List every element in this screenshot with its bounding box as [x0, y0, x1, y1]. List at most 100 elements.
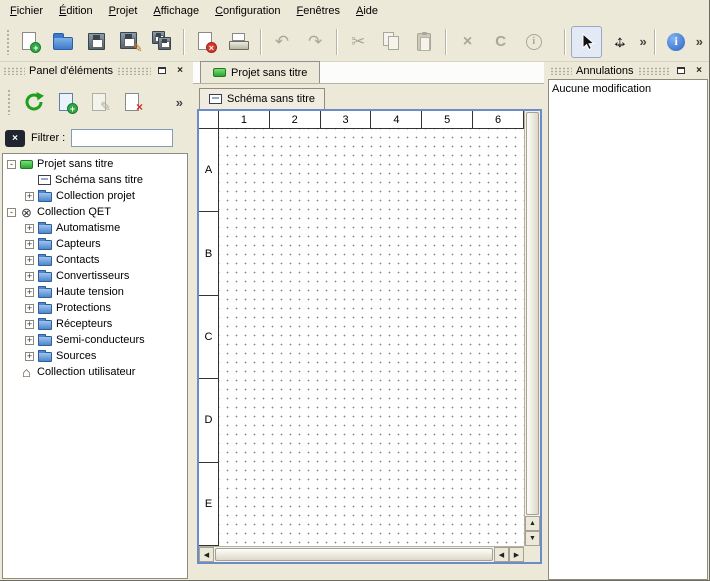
schema-icon — [38, 175, 51, 185]
tree-item-collection-qet[interactable]: - ⊗ Collection QET — [3, 204, 187, 220]
menu-affichage[interactable]: Affichage — [145, 2, 207, 20]
tree-item-semi-conducteurs[interactable]: + Semi-conducteurs — [3, 332, 187, 348]
mdi-area: Projet sans titre Schéma sans titre 1 2 … — [193, 62, 544, 581]
cursor-arrow-icon — [578, 33, 596, 51]
reload-collections-button[interactable] — [20, 88, 48, 116]
expander-icon[interactable]: + — [25, 320, 34, 329]
undo-dock-titlebar[interactable]: Annulations × — [547, 62, 709, 79]
delete-element-icon: × — [122, 92, 144, 113]
column-ruler: 1 2 3 4 5 6 — [219, 111, 524, 129]
elements-panel-titlebar[interactable]: Panel d'éléments × — [0, 62, 190, 79]
dock-float-button[interactable] — [155, 64, 169, 78]
horizontal-scrollbar[interactable]: ◀ ◀ ▶ — [199, 546, 524, 562]
scroll-right-button[interactable]: ▶ — [509, 547, 524, 562]
dock-close-button[interactable]: × — [173, 64, 187, 78]
dock-grip[interactable] — [550, 67, 572, 75]
column-header: 5 — [422, 111, 473, 128]
tree-item-collection-utilisateur[interactable]: ⌂ Collection utilisateur — [3, 364, 187, 380]
tree-item-projet-sans-titre[interactable]: - Projet sans titre — [3, 156, 187, 172]
copy-icon — [382, 32, 401, 51]
clear-filter-button[interactable]: × — [5, 130, 25, 147]
menu-fenetres[interactable]: Fenêtres — [289, 2, 348, 20]
tree-item-recepteurs[interactable]: + Récepteurs — [3, 316, 187, 332]
open-folder-icon — [53, 37, 73, 50]
new-document-button[interactable]: + — [15, 26, 46, 58]
undo-dock: Annulations × Aucune modification — [547, 62, 709, 581]
expander-icon[interactable]: + — [25, 336, 34, 345]
schema-canvas[interactable] — [219, 129, 524, 546]
scroll-left-button[interactable]: ◀ — [199, 547, 214, 562]
dock-grip[interactable] — [638, 67, 671, 75]
menu-projet[interactable]: Projet — [101, 2, 146, 20]
dock-float-button[interactable] — [674, 64, 688, 78]
tree-item-convertisseurs[interactable]: + Convertisseurs — [3, 268, 187, 284]
filter-input[interactable] — [71, 129, 173, 147]
expander-icon[interactable]: + — [25, 240, 34, 249]
hscroll-thumb[interactable] — [215, 548, 493, 561]
schema-tab-label: Schéma sans titre — [227, 93, 315, 105]
expander-icon[interactable]: + — [25, 192, 34, 201]
tree-item-label: Automatisme — [56, 222, 120, 234]
print-button[interactable] — [223, 26, 254, 58]
vscroll-thumb[interactable] — [526, 112, 539, 515]
elements-tree: - Projet sans titre Schéma sans titre + … — [2, 153, 188, 579]
expander-icon[interactable]: + — [25, 352, 34, 361]
scrollbar-corner — [524, 546, 540, 562]
tree-item-schema-sans-titre[interactable]: Schéma sans titre — [3, 172, 187, 188]
expander-icon[interactable]: + — [25, 304, 34, 313]
undo-list-item[interactable]: Aucune modification — [552, 82, 704, 97]
cut-icon: ✂ — [351, 33, 365, 50]
scroll-up-button[interactable]: ▲ — [525, 516, 540, 531]
scroll-left-secondary-button[interactable]: ◀ — [494, 547, 509, 562]
dock-grip[interactable] — [117, 67, 151, 75]
toolbar-overflow-right-button[interactable]: » — [693, 34, 706, 49]
expander-icon[interactable]: - — [7, 160, 16, 169]
menu-configuration[interactable]: Configuration — [207, 2, 288, 20]
open-button[interactable] — [48, 26, 79, 58]
tree-item-capteurs[interactable]: + Capteurs — [3, 236, 187, 252]
menu-fichier[interactable]: Fichier — [2, 2, 51, 20]
new-document-icon: + — [19, 31, 41, 52]
column-header: 4 — [371, 111, 422, 128]
expander-icon[interactable]: + — [25, 224, 34, 233]
expander-icon[interactable]: - — [7, 208, 16, 217]
tree-item-collection-projet[interactable]: + Collection projet — [3, 188, 187, 204]
tree-item-contacts[interactable]: + Contacts — [3, 252, 187, 268]
save-button[interactable] — [81, 26, 112, 58]
menu-edition[interactable]: Édition — [51, 2, 101, 20]
tab-projet-sans-titre[interactable]: Projet sans titre — [200, 61, 320, 83]
expander-icon[interactable]: + — [25, 288, 34, 297]
expander-icon[interactable]: + — [25, 272, 34, 281]
toolbar-overflow-button[interactable]: » — [636, 34, 649, 49]
tree-item-sources[interactable]: + Sources — [3, 348, 187, 364]
new-element-button[interactable]: + — [53, 88, 81, 116]
save-icon — [88, 33, 105, 50]
close-file-icon: × — [195, 31, 217, 52]
vertical-scrollbar[interactable]: ▲ ▼ — [524, 111, 540, 546]
expander-icon[interactable]: + — [25, 256, 34, 265]
menu-aide[interactable]: Aide — [348, 2, 386, 20]
select-tool-button[interactable] — [571, 26, 602, 58]
close-file-button[interactable]: × — [190, 26, 221, 58]
tree-item-automatisme[interactable]: + Automatisme — [3, 220, 187, 236]
move-tool-button[interactable]: ↔↕ — [604, 26, 635, 58]
scroll-down-button[interactable]: ▼ — [525, 531, 540, 546]
tree-item-protections[interactable]: + Protections — [3, 300, 187, 316]
tree-item-label: Convertisseurs — [56, 270, 129, 282]
panel-toolbar-overflow-button[interactable]: » — [173, 95, 186, 110]
diagram-view: 1 2 3 4 5 6 A B C D E — [197, 109, 542, 564]
main-toolbar: + ✎ × — [0, 22, 709, 62]
folder-icon — [38, 320, 52, 330]
toolbar-grip[interactable] — [7, 89, 12, 115]
tree-item-haute-tension[interactable]: + Haute tension — [3, 284, 187, 300]
dock-grip[interactable] — [3, 67, 25, 75]
save-as-button[interactable]: ✎ — [114, 26, 145, 58]
dock-close-button[interactable]: × — [692, 64, 706, 78]
reload-icon — [23, 91, 45, 113]
about-button[interactable]: i — [661, 26, 692, 58]
delete-element-button[interactable]: × — [119, 88, 147, 116]
save-all-button[interactable] — [147, 26, 178, 58]
tab-schema-sans-titre[interactable]: Schéma sans titre — [199, 88, 325, 109]
toolbar-grip[interactable] — [6, 29, 11, 55]
toolbar-separator — [564, 29, 566, 55]
